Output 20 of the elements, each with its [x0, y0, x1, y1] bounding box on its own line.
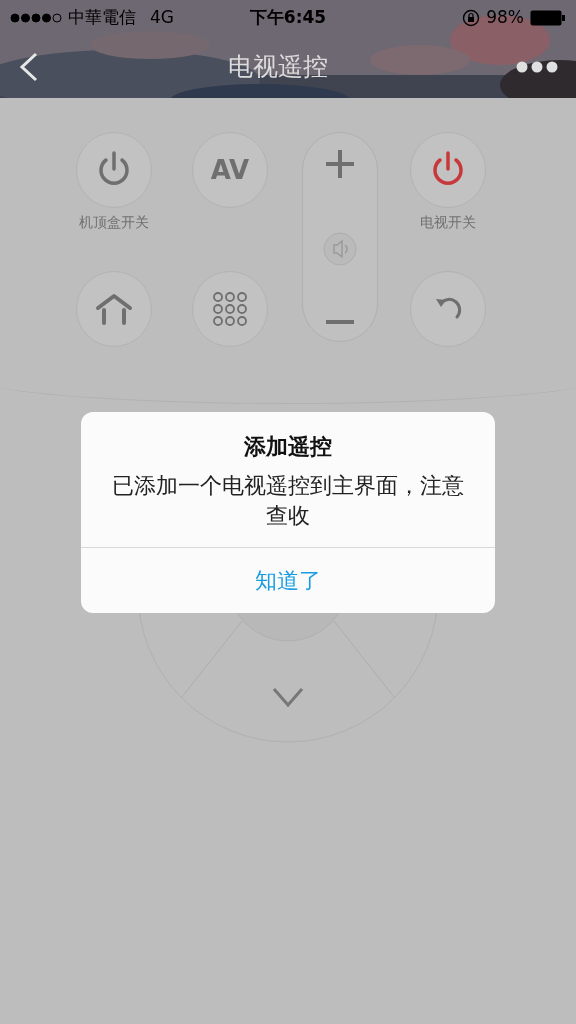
av-button[interactable]: AV: [192, 132, 268, 208]
dialog-title: 添加遥控: [244, 433, 332, 461]
battery-percent: 98%: [486, 6, 524, 30]
home-icon: [95, 293, 133, 325]
minus-icon[interactable]: [325, 319, 355, 325]
more-icon[interactable]: [516, 61, 558, 73]
dialog-message: 已添加一个电视遥控到主界面，注意查收: [111, 472, 465, 530]
signal-icon: [10, 13, 62, 23]
speaker-icon: [323, 232, 357, 266]
button-label: 电视开关: [420, 213, 476, 232]
dialog-button[interactable]: 知道了: [81, 547, 495, 613]
plus-icon[interactable]: [325, 149, 355, 179]
back-chevron-icon[interactable]: [18, 52, 40, 82]
rotation-lock-icon: [462, 9, 481, 27]
network-type: 4G: [150, 6, 174, 30]
carrier-name: 中華電信: [68, 6, 136, 30]
keypad-icon: [213, 292, 247, 326]
window-title: 电视遥控: [228, 51, 328, 84]
clock-time: 下午6:45: [249, 6, 327, 30]
button-label: 机顶盒开关: [79, 213, 149, 232]
